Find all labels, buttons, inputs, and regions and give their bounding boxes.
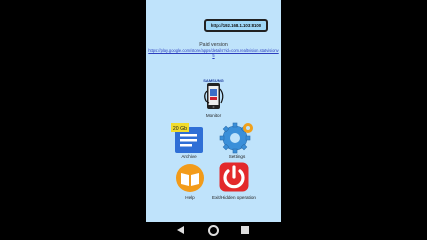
archive-label: Archive: [181, 154, 197, 159]
usb-phone-icon: SAMSUNG: [203, 78, 224, 109]
exit-label: Exit/Hidden operation: [212, 195, 256, 200]
help-label: Help: [185, 195, 195, 200]
power-icon: [219, 162, 249, 192]
archive-tile[interactable]: 20 Gb Archive: [170, 121, 208, 161]
recents-icon[interactable]: [241, 226, 249, 234]
back-icon[interactable]: [177, 226, 184, 234]
document-folder-icon: 20 Gb: [171, 123, 203, 153]
open-book-icon: [176, 164, 204, 192]
monitor-label: Monitor: [205, 113, 222, 118]
paid-version-link[interactable]: https://play.google.com/store/apps/detai…: [148, 48, 279, 58]
help-tile[interactable]: Help: [175, 163, 205, 202]
gears-icon: [219, 122, 253, 154]
home-icon[interactable]: [208, 225, 219, 236]
settings-tile[interactable]: Settings: [218, 120, 256, 161]
exit-tile[interactable]: Exit/Hidden operation: [212, 162, 256, 203]
app-screen: http://192.168.1.103:8100 Paid version h…: [146, 0, 281, 222]
samsung-brand: SAMSUNG: [203, 78, 223, 83]
monitor-tile[interactable]: SAMSUNG Monitor: [201, 77, 226, 118]
settings-label: Settings: [228, 154, 246, 159]
server-url-button[interactable]: http://192.168.1.103:8100: [204, 19, 268, 32]
archive-size-badge: 20 Gb: [173, 126, 187, 132]
